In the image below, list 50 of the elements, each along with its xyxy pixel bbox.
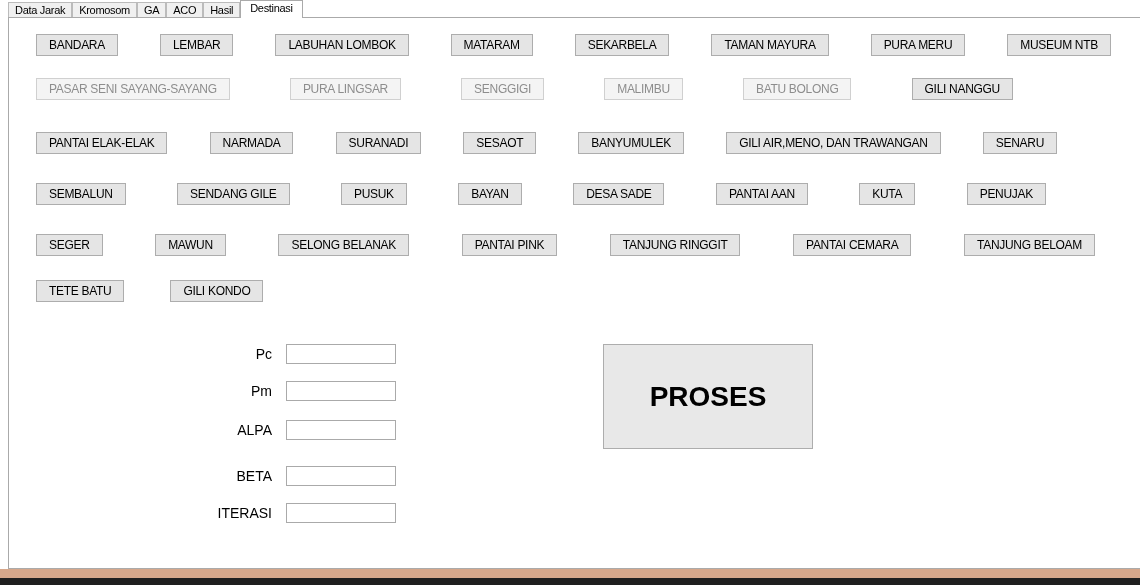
destination-button[interactable]: KUTA xyxy=(859,183,916,205)
destination-button[interactable]: BANDARA xyxy=(36,34,118,56)
destination-button[interactable]: SENDANG GILE xyxy=(177,183,290,205)
destination-button[interactable]: TANJUNG RINGGIT xyxy=(609,234,741,256)
destination-button[interactable]: PURA MERU xyxy=(870,34,966,56)
destination-button[interactable]: TETE BATU xyxy=(36,280,125,302)
input-field[interactable] xyxy=(286,420,396,440)
destination-button[interactable]: PANTAI PINK xyxy=(461,234,558,256)
destination-button[interactable]: GILI NANGGU xyxy=(911,78,1013,100)
destination-button[interactable]: BAYAN xyxy=(458,183,522,205)
tab[interactable]: Kromosom xyxy=(72,2,137,17)
field-label: BETA xyxy=(235,466,272,486)
input-field[interactable] xyxy=(286,381,396,401)
destination-button[interactable]: SEKARBELA xyxy=(574,34,670,56)
process-button[interactable]: PROSES xyxy=(603,344,813,449)
destination-button[interactable]: GILI KONDO xyxy=(170,280,264,302)
destination-button[interactable]: PANTAI CEMARA xyxy=(793,234,912,256)
destination-button[interactable]: SEGER xyxy=(36,234,103,256)
destination-button[interactable]: LABUHAN LOMBOK xyxy=(275,34,409,56)
destination-button[interactable]: SELONG BELANAK xyxy=(278,234,409,256)
field-label: Pm xyxy=(250,381,272,401)
destination-button[interactable]: SURANADI xyxy=(335,132,422,154)
input-field[interactable] xyxy=(286,466,396,486)
destination-button[interactable]: LEMBAR xyxy=(159,34,234,56)
destination-button[interactable]: GILI AIR,MENO, DAN TRAWANGAN xyxy=(726,132,941,154)
destination-button[interactable]: DESA SADE xyxy=(573,183,665,205)
destination-button[interactable]: PANTAI ELAK-ELAK xyxy=(36,132,168,154)
destination-button[interactable]: MAWUN xyxy=(155,234,226,256)
input-field[interactable] xyxy=(286,503,396,523)
destination-button[interactable]: BANYUMULEK xyxy=(578,132,685,154)
field-label: Pc xyxy=(254,344,272,364)
tab[interactable]: Hasil xyxy=(203,2,241,17)
destination-button[interactable]: TAMAN MAYURA xyxy=(711,34,829,56)
destination-button[interactable]: SENARU xyxy=(982,132,1057,154)
field-label: ITERASI xyxy=(216,503,272,523)
destination-button[interactable]: PANTAI AAN xyxy=(715,183,808,205)
destination-button[interactable]: MUSEUM NTB xyxy=(1007,34,1111,56)
destination-button[interactable]: PENUJAK xyxy=(966,183,1046,205)
tab[interactable]: ACO xyxy=(166,2,204,17)
tab[interactable]: Data Jarak xyxy=(8,2,73,17)
destination-button[interactable]: SESAOT xyxy=(463,132,537,154)
destination-button[interactable]: SEMBALUN xyxy=(36,183,126,205)
tab[interactable]: Destinasi xyxy=(240,0,303,18)
tab[interactable]: GA xyxy=(137,2,167,17)
destination-button[interactable]: TANJUNG BELOAM xyxy=(964,234,1095,256)
destination-button[interactable]: PUSUK xyxy=(340,183,407,205)
destination-button[interactable]: NARMADA xyxy=(209,132,294,154)
input-field[interactable] xyxy=(286,344,396,364)
field-label: ALPA xyxy=(236,420,272,440)
destination-button[interactable]: MATARAM xyxy=(450,34,533,56)
